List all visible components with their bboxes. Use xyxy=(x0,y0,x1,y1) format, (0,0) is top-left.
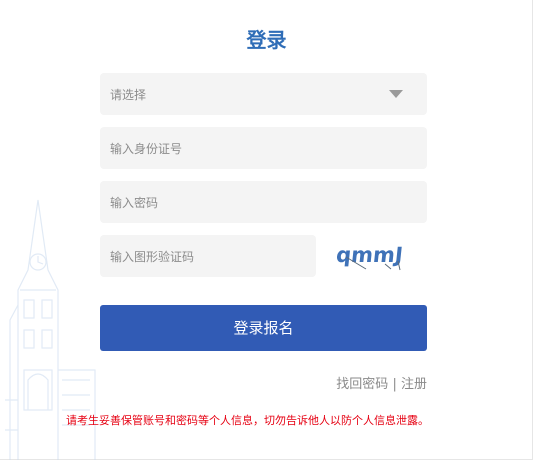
id-number-input[interactable]: 输入身份证号 xyxy=(100,127,427,169)
chevron-down-icon[interactable] xyxy=(389,90,403,98)
exam-select[interactable]: 请选择 xyxy=(100,73,427,115)
account-links: 找回密码 | 注册 xyxy=(336,373,427,392)
page-title: 登录 xyxy=(246,28,287,52)
select-placeholder: 请选择 xyxy=(110,88,147,102)
link-separator: | xyxy=(392,377,397,392)
password-input[interactable]: 输入密码 xyxy=(100,181,427,223)
captcha-input[interactable]: 输入图形验证码 xyxy=(100,235,316,277)
register-link[interactable]: 注册 xyxy=(401,377,427,392)
captcha-image[interactable]: qmmJ xyxy=(336,238,412,274)
captcha-placeholder: 输入图形验证码 xyxy=(110,250,195,264)
captcha-text: qmmJ xyxy=(336,242,404,267)
password-placeholder: 输入密码 xyxy=(110,196,159,210)
id-number-placeholder: 输入身份证号 xyxy=(110,142,183,156)
login-register-button[interactable]: 登录报名 xyxy=(100,305,427,351)
security-notice: 请考生妥善保管账号和密码等个人信息，切勿告诉他人以防个人信息泄露。 xyxy=(66,414,429,427)
forgot-password-link[interactable]: 找回密码 xyxy=(336,377,388,392)
